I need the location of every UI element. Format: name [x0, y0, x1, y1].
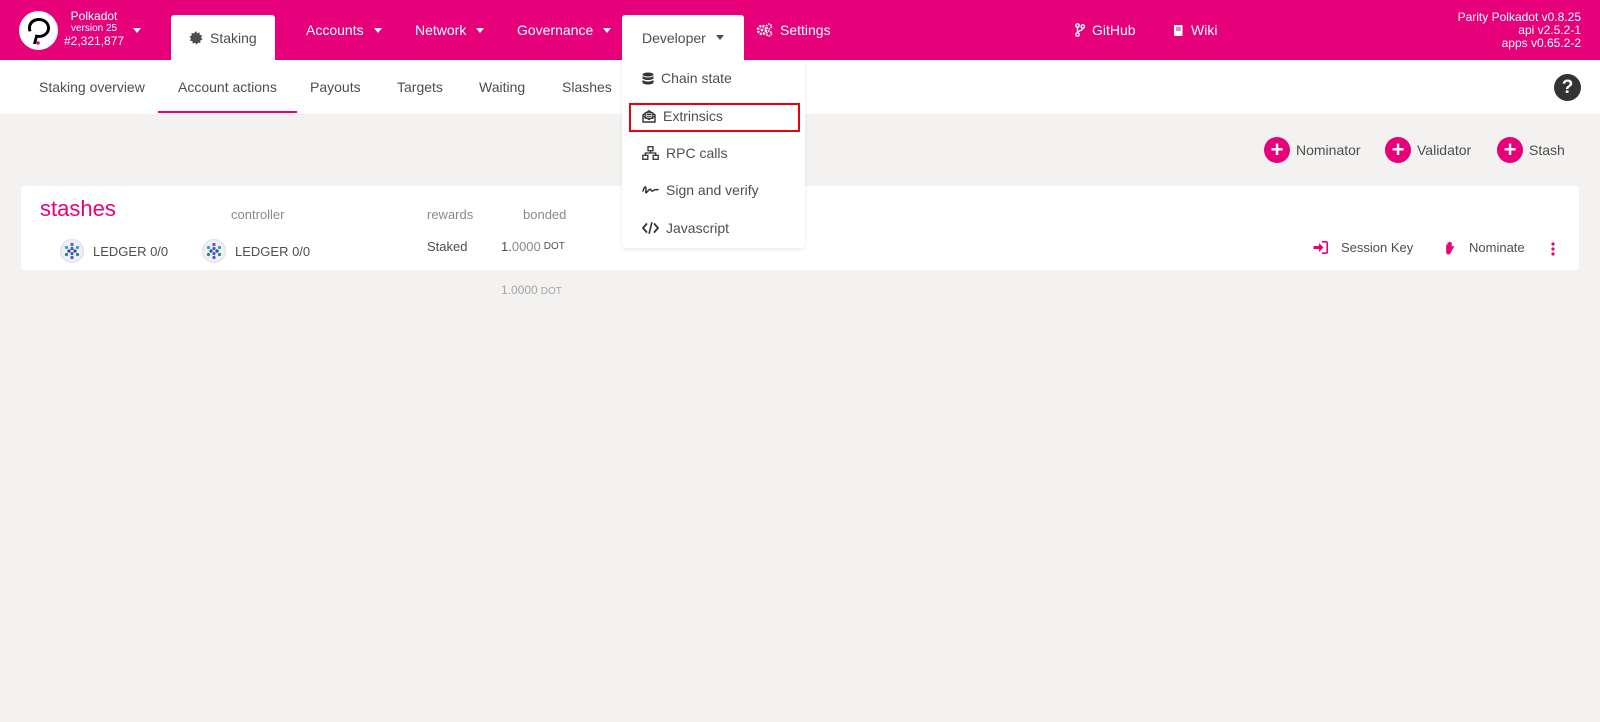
nav-staking-label: Staking: [210, 29, 257, 46]
staking-icon: [189, 30, 203, 45]
tab-slashes[interactable]: Slashes: [562, 60, 612, 114]
controller-header: controller: [231, 207, 285, 222]
nominate-button[interactable]: Nominate: [1445, 240, 1525, 255]
nav-github-label: GitHub: [1092, 22, 1136, 38]
controller-account[interactable]: LEDGER 0/0: [202, 239, 310, 263]
nav-network[interactable]: Network: [415, 0, 485, 60]
tab-payouts[interactable]: Payouts: [310, 60, 361, 114]
session-key-label: Session Key: [1341, 240, 1414, 255]
add-validator-label: Validator: [1417, 141, 1472, 158]
identicon-icon[interactable]: [60, 239, 84, 263]
apps-version: apps v0.65.2-2: [1501, 36, 1581, 50]
version-info: Parity Polkadot v0.8.25 api v2.5.2-1 app…: [1458, 11, 1581, 50]
extrinsics-highlight-box: [629, 103, 800, 132]
plus-icon: +: [1497, 136, 1523, 163]
identicon-icon[interactable]: [202, 239, 226, 263]
nav-settings[interactable]: Settings: [756, 0, 831, 60]
sign-in-icon: [1313, 241, 1328, 254]
chain-name: Polkadot: [70, 9, 118, 23]
top-navigation-bar: Polkadot version 25 #2,321,877 Staking A…: [0, 0, 1600, 60]
more-options-icon[interactable]: [1551, 242, 1555, 261]
total-int: 1.: [501, 283, 512, 297]
menu-item-label: Javascript: [666, 220, 730, 236]
block-number: #2,321,877: [64, 34, 125, 48]
chevron-down-icon[interactable]: [133, 28, 141, 33]
rewards-header: rewards: [427, 207, 474, 222]
add-nominator-button[interactable]: + Nominator: [1264, 136, 1361, 163]
tab-account-actions[interactable]: Account actions: [158, 60, 297, 114]
menu-item-javascript[interactable]: Javascript: [642, 220, 729, 236]
network-wired-icon: [642, 146, 659, 160]
tab-staking-overview[interactable]: Staking overview: [39, 60, 145, 114]
total-unit: DOT: [540, 286, 562, 297]
signature-icon: [642, 186, 659, 194]
nav-github[interactable]: GitHub: [1075, 0, 1136, 60]
bonded-unit: DOT: [543, 241, 565, 252]
database-icon: [642, 72, 654, 84]
developer-dropdown-menu: Chain state Extrinsics RPC calls Sign an…: [622, 60, 805, 248]
menu-item-label: Sign and verify: [666, 182, 759, 198]
chevron-down-icon: [373, 27, 382, 33]
help-icon[interactable]: ?: [1554, 74, 1581, 101]
menu-item-sign-and-verify[interactable]: Sign and verify: [642, 182, 759, 198]
add-stash-label: Stash: [1529, 141, 1565, 158]
bonded-dec: 0000: [511, 239, 541, 254]
chevron-down-icon: [476, 27, 485, 33]
nav-developer[interactable]: Developer: [622, 15, 744, 60]
menu-item-label: Chain state: [661, 70, 732, 86]
nav-developer-label: Developer: [642, 29, 706, 46]
menu-item-rpc-calls[interactable]: RPC calls: [642, 145, 727, 161]
nominate-label: Nominate: [1469, 240, 1525, 255]
stashes-title: stashes: [40, 196, 116, 221]
tab-targets[interactable]: Targets: [397, 60, 443, 114]
stash-name: LEDGER 0/0: [93, 243, 169, 259]
code-icon: [642, 222, 659, 234]
set-session-key-button[interactable]: Session Key: [1313, 240, 1413, 255]
chevron-down-icon: [715, 35, 724, 40]
nav-wiki[interactable]: Wiki: [1173, 0, 1217, 60]
nav-staking[interactable]: Staking: [171, 15, 275, 60]
bonded-int: 1.: [501, 239, 512, 254]
stash-account[interactable]: LEDGER 0/0: [60, 239, 168, 263]
polkadot-logo-icon[interactable]: [19, 11, 58, 50]
add-nominator-label: Nominator: [1296, 141, 1361, 158]
menu-item-chain-state[interactable]: Chain state: [642, 70, 732, 86]
gears-icon: [756, 23, 773, 37]
controller-name: LEDGER 0/0: [235, 243, 311, 259]
bonded-amount: 1. 0000 DOT: [501, 239, 565, 254]
total-dec: 0000: [511, 283, 538, 297]
plus-icon: +: [1264, 136, 1290, 163]
nav-governance-label: Governance: [517, 22, 594, 38]
add-stash-button[interactable]: + Stash: [1497, 136, 1565, 163]
hand-paper-icon: [1446, 241, 1455, 254]
book-icon: [1174, 24, 1183, 36]
bonded-header: bonded: [523, 207, 567, 222]
tab-waiting[interactable]: Waiting: [479, 60, 525, 114]
rewards-destination: Staked: [427, 239, 468, 254]
plus-icon: +: [1385, 136, 1411, 163]
code-branch-icon: [1075, 23, 1085, 37]
nav-governance[interactable]: Governance: [517, 0, 612, 60]
nav-network-label: Network: [415, 22, 467, 38]
nav-accounts[interactable]: Accounts: [306, 0, 382, 60]
nav-settings-label: Settings: [780, 22, 831, 38]
add-validator-button[interactable]: + Validator: [1385, 136, 1471, 163]
nav-wiki-label: Wiki: [1191, 22, 1218, 38]
chain-selector[interactable]: Polkadot version 25 #2,321,877: [64, 10, 124, 48]
total-bonded: 1.0000 DOT: [501, 283, 562, 297]
menu-item-label: RPC calls: [666, 145, 728, 161]
nav-accounts-label: Accounts: [306, 22, 364, 38]
chevron-down-icon: [603, 27, 612, 33]
